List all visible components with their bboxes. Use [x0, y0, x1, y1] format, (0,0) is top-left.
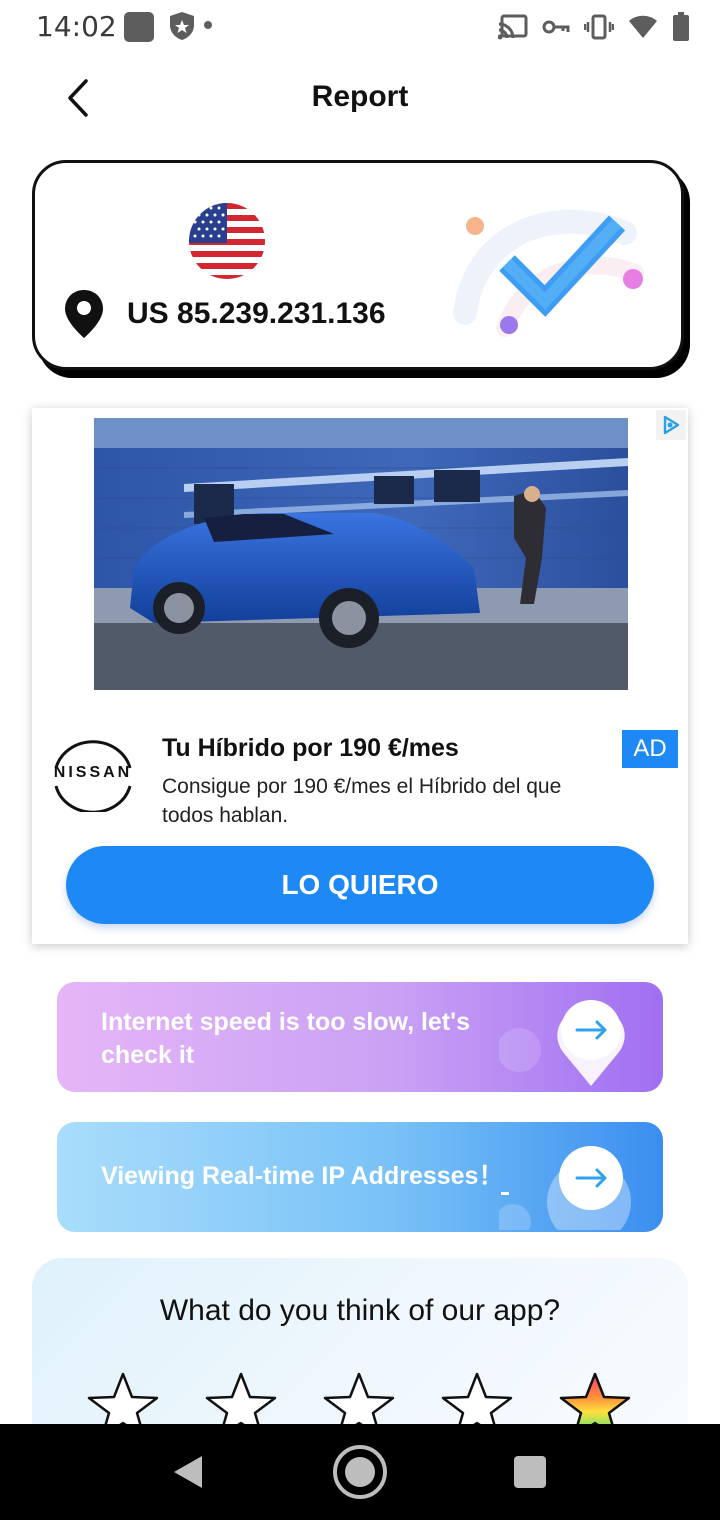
ip-card: US 85.239.231.136 [32, 160, 684, 370]
location-pin-icon [63, 289, 105, 339]
ip-viewer-promo-text: Viewing Real-time IP Addresses！ [101, 1162, 504, 1190]
system-nav-bar [0, 1424, 720, 1520]
nav-home-icon[interactable] [332, 1444, 388, 1505]
nav-back-icon[interactable] [172, 1454, 204, 1495]
rating-card: What do you think of our app? [32, 1258, 688, 1438]
status-time: 14:02 [36, 10, 117, 43]
status-bar: 14:02 [0, 0, 720, 54]
us-flag-icon [189, 203, 265, 279]
arrow-right-icon [495, 1130, 639, 1232]
speed-test-promo-text: Internet speed is too slow, let's check … [101, 1008, 470, 1069]
wifi-icon [629, 15, 657, 38]
adchoices-icon[interactable] [656, 410, 686, 440]
ip-address-label: US 85.239.231.136 [127, 297, 386, 330]
ad-car-image[interactable] [94, 418, 628, 690]
speed-test-promo[interactable]: Internet speed is too slow, let's check … [57, 982, 663, 1092]
cast-icon [498, 14, 528, 40]
ip-viewer-promo[interactable]: Viewing Real-time IP Addresses！ [57, 1122, 663, 1232]
check-mark-icon [445, 193, 655, 343]
advertiser-logo-text: NISSAN [53, 764, 133, 781]
arrow-right-icon [497, 990, 639, 1090]
vibrate-icon [584, 14, 614, 40]
ad-cta-button[interactable]: LO QUIERO [66, 846, 654, 924]
shield-icon [168, 10, 196, 42]
rating-question: What do you think of our app? [159, 1294, 561, 1327]
app-notification-icon [124, 12, 154, 42]
page-title: Report [311, 80, 409, 113]
ad-title[interactable]: Tu Híbrido por 190 €/mes [162, 734, 459, 763]
ad-description: Consigue por 190 €/mes el Híbrido del qu… [162, 775, 562, 827]
dot-icon [204, 21, 212, 29]
nav-recents-icon[interactable] [514, 1456, 546, 1488]
ad-badge: AD [622, 730, 678, 768]
ad-banner[interactable]: NISSAN Tu Híbrido por 190 €/mes Consigue… [32, 408, 688, 944]
vpn-key-icon [542, 20, 570, 34]
battery-icon [673, 12, 689, 41]
